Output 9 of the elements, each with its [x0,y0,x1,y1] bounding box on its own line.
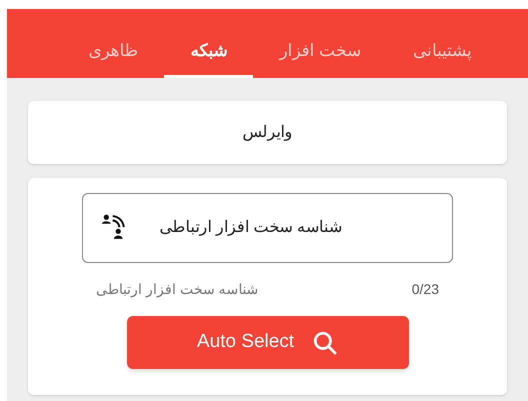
helper-text: شناسه سخت افزار ارتباطی [96,280,259,300]
character-counter: 0/23 [412,280,439,299]
id-input-field[interactable]: شناسه سخت افزار ارتباطی [82,193,453,263]
tab[interactable]: سخت افزار [253,26,387,78]
search-icon [312,330,338,356]
auto-select-button[interactable]: Auto Select [126,316,408,369]
tab[interactable]: ظاهری [62,26,164,78]
section-title: وایرلس [242,122,292,143]
tab[interactable]: پشتیبانی [387,26,498,78]
